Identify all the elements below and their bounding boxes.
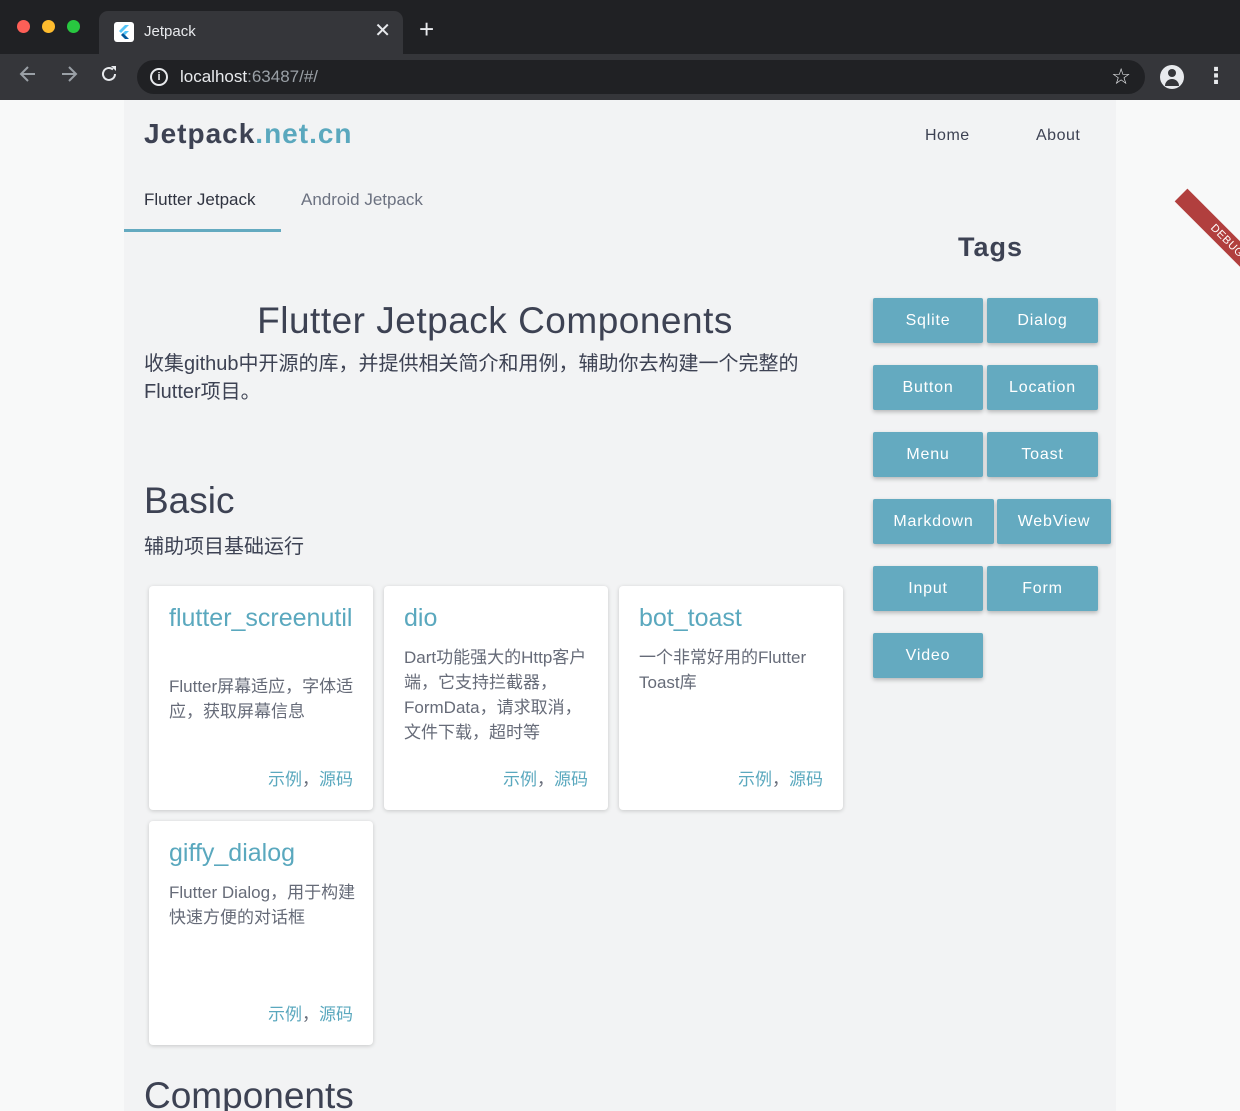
example-link[interactable]: 示例 xyxy=(738,770,772,789)
site-logo[interactable]: Jetpack.net.cn xyxy=(144,118,353,150)
card-links: 示例，源码 xyxy=(503,765,588,790)
card-links: 示例，源码 xyxy=(738,765,823,790)
nav-home-link[interactable]: Home xyxy=(925,127,970,145)
page-description: 收集github中开源的库，并提供相关简介和用例，辅助你去构建一个完整的Flut… xyxy=(144,353,799,403)
card-title-link[interactable]: bot_toast xyxy=(639,604,829,632)
link-separator: ， xyxy=(772,770,789,789)
tag-button-sqlite[interactable]: Sqlite xyxy=(873,298,983,343)
tag-button-webview[interactable]: WebView xyxy=(997,499,1111,544)
source-link[interactable]: 源码 xyxy=(789,770,823,789)
card-description: Dart功能强大的Http客户端，它支持拦截器，FormData，请求取消，文件… xyxy=(404,648,587,742)
browser-toolbar: i localhost:63487/#/ ☆ ⋮ xyxy=(0,54,1240,100)
reload-icon[interactable] xyxy=(98,63,120,91)
tag-button-input[interactable]: Input xyxy=(873,566,983,611)
link-separator: ， xyxy=(302,1005,319,1024)
example-link[interactable]: 示例 xyxy=(268,1005,302,1024)
info-icon[interactable]: i xyxy=(150,68,168,86)
browser-titlebar: Jetpack ✕ + xyxy=(0,0,1240,54)
page-title: Flutter Jetpack Components xyxy=(257,300,733,341)
tag-button-form[interactable]: Form xyxy=(987,566,1098,611)
star-icon[interactable]: ☆ xyxy=(1111,64,1131,90)
url-path: :63487/#/ xyxy=(247,67,319,86)
tab-flutter-jetpack[interactable]: Flutter Jetpack xyxy=(144,190,256,210)
brand-domain: .net.cn xyxy=(255,118,353,149)
arrow-right-icon[interactable] xyxy=(58,63,80,91)
card-description: Flutter屏幕适应，字体适应，获取屏幕信息 xyxy=(169,677,354,721)
tag-button-button[interactable]: Button xyxy=(873,365,983,410)
component-card: giffy_dialog Flutter Dialog，用于构建快速方便的对话框… xyxy=(149,821,373,1045)
address-bar[interactable]: i localhost:63487/#/ ☆ xyxy=(137,60,1145,94)
section-subtitle-basic: 辅助项目基础运行 xyxy=(144,536,304,558)
section-title-basic: Basic xyxy=(144,480,235,521)
component-card: dio Dart功能强大的Http客户端，它支持拦截器，FormData，请求取… xyxy=(384,586,608,810)
tag-button-markdown[interactable]: Markdown xyxy=(873,499,994,544)
card-links: 示例，源码 xyxy=(268,1000,353,1025)
brand-main: Jetpack xyxy=(144,118,256,149)
tab-title: Jetpack xyxy=(144,23,196,40)
source-link[interactable]: 源码 xyxy=(554,770,588,789)
tag-button-video[interactable]: Video xyxy=(873,633,983,678)
arrow-left-icon[interactable] xyxy=(17,63,39,91)
tag-button-menu[interactable]: Menu xyxy=(873,432,983,477)
example-link[interactable]: 示例 xyxy=(503,770,537,789)
nav-about-link[interactable]: About xyxy=(1036,127,1080,145)
url-text[interactable]: localhost:63487/#/ xyxy=(180,67,318,87)
card-description: Flutter Dialog，用于构建快速方便的对话框 xyxy=(169,883,356,927)
tags-title: Tags xyxy=(958,232,1024,262)
close-window-button[interactable] xyxy=(17,20,30,33)
flutter-icon xyxy=(114,22,134,42)
browser-tab[interactable]: Jetpack ✕ xyxy=(99,11,403,54)
card-description: 一个非常好用的Flutter Toast库 xyxy=(639,648,807,692)
active-tab-indicator xyxy=(124,229,281,232)
tab-close-icon[interactable]: ✕ xyxy=(374,19,391,43)
tag-button-toast[interactable]: Toast xyxy=(987,432,1098,477)
profile-icon[interactable] xyxy=(1160,65,1184,89)
card-title-link[interactable]: dio xyxy=(404,604,594,632)
section-title-components: Components xyxy=(144,1075,354,1111)
link-separator: ， xyxy=(537,770,554,789)
tab-android-jetpack[interactable]: Android Jetpack xyxy=(301,190,423,210)
component-card: flutter_screenutil Flutter屏幕适应，字体适应，获取屏幕… xyxy=(149,586,373,810)
source-link[interactable]: 源码 xyxy=(319,770,353,789)
minimize-window-button[interactable] xyxy=(42,20,55,33)
new-tab-icon[interactable]: + xyxy=(419,15,434,43)
card-title-link[interactable]: flutter_screenutil xyxy=(169,604,359,632)
menu-dots-icon[interactable]: ⋮ xyxy=(1205,62,1227,90)
url-host: localhost xyxy=(180,67,248,86)
link-separator: ， xyxy=(302,770,319,789)
example-link[interactable]: 示例 xyxy=(268,770,302,789)
source-link[interactable]: 源码 xyxy=(319,1005,353,1024)
maximize-window-button[interactable] xyxy=(67,20,80,33)
tag-button-location[interactable]: Location xyxy=(987,365,1098,410)
main-content: Jetpack.net.cn Home About Flutter Jetpac… xyxy=(124,100,1116,1111)
tag-button-dialog[interactable]: Dialog xyxy=(987,298,1098,343)
card-title-link[interactable]: giffy_dialog xyxy=(169,839,359,867)
debug-banner: DEBUG xyxy=(1174,188,1240,294)
page-viewport: Jetpack.net.cn Home About Flutter Jetpac… xyxy=(0,100,1240,1111)
component-card: bot_toast 一个非常好用的Flutter Toast库 示例，源码 xyxy=(619,586,843,810)
card-links: 示例，源码 xyxy=(268,765,353,790)
